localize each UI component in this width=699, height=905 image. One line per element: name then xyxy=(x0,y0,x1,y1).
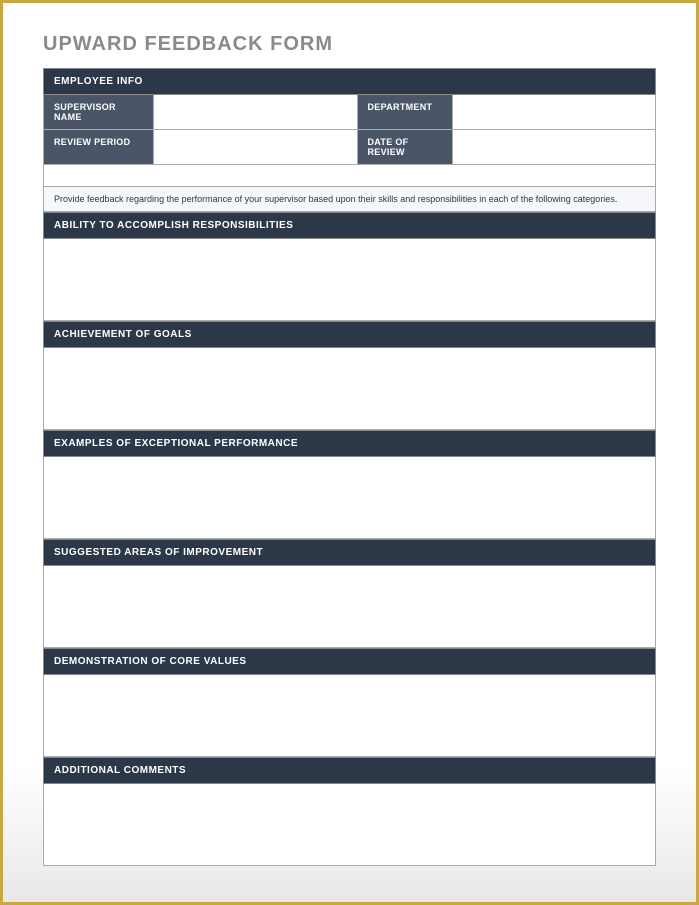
spacer-row xyxy=(43,165,656,187)
info-row-2: REVIEW PERIOD DATE OF REVIEW xyxy=(43,130,656,165)
document-frame: UPWARD FEEDBACK FORM EMPLOYEE INFO SUPER… xyxy=(0,0,699,905)
section-header-2: EXAMPLES OF EXCEPTIONAL PERFORMANCE xyxy=(43,430,656,457)
section-textarea-2[interactable] xyxy=(43,457,656,539)
section-textarea-1[interactable] xyxy=(43,348,656,430)
supervisor-name-input[interactable] xyxy=(154,95,358,129)
employee-info-header: EMPLOYEE INFO xyxy=(43,68,656,95)
section-header-4: DEMONSTRATION OF CORE VALUES xyxy=(43,648,656,675)
section-header-0: ABILITY TO ACCOMPLISH RESPONSIBILITIES xyxy=(43,212,656,239)
department-label: DEPARTMENT xyxy=(358,95,453,129)
instruction-text: Provide feedback regarding the performan… xyxy=(43,187,656,212)
date-of-review-label: DATE OF REVIEW xyxy=(358,130,453,164)
section-textarea-3[interactable] xyxy=(43,566,656,648)
section-textarea-0[interactable] xyxy=(43,239,656,321)
review-period-label: REVIEW PERIOD xyxy=(44,130,154,164)
section-header-1: ACHIEVEMENT OF GOALS xyxy=(43,321,656,348)
date-of-review-input[interactable] xyxy=(453,130,656,164)
section-textarea-4[interactable] xyxy=(43,675,656,757)
department-input[interactable] xyxy=(453,95,656,129)
review-period-input[interactable] xyxy=(154,130,358,164)
form-title: UPWARD FEEDBACK FORM xyxy=(43,33,656,56)
section-header-5: ADDITIONAL COMMENTS xyxy=(43,757,656,784)
section-header-3: SUGGESTED AREAS OF IMPROVEMENT xyxy=(43,539,656,566)
section-textarea-5[interactable] xyxy=(43,784,656,866)
supervisor-name-label: SUPERVISOR NAME xyxy=(44,95,154,129)
info-row-1: SUPERVISOR NAME DEPARTMENT xyxy=(43,95,656,130)
